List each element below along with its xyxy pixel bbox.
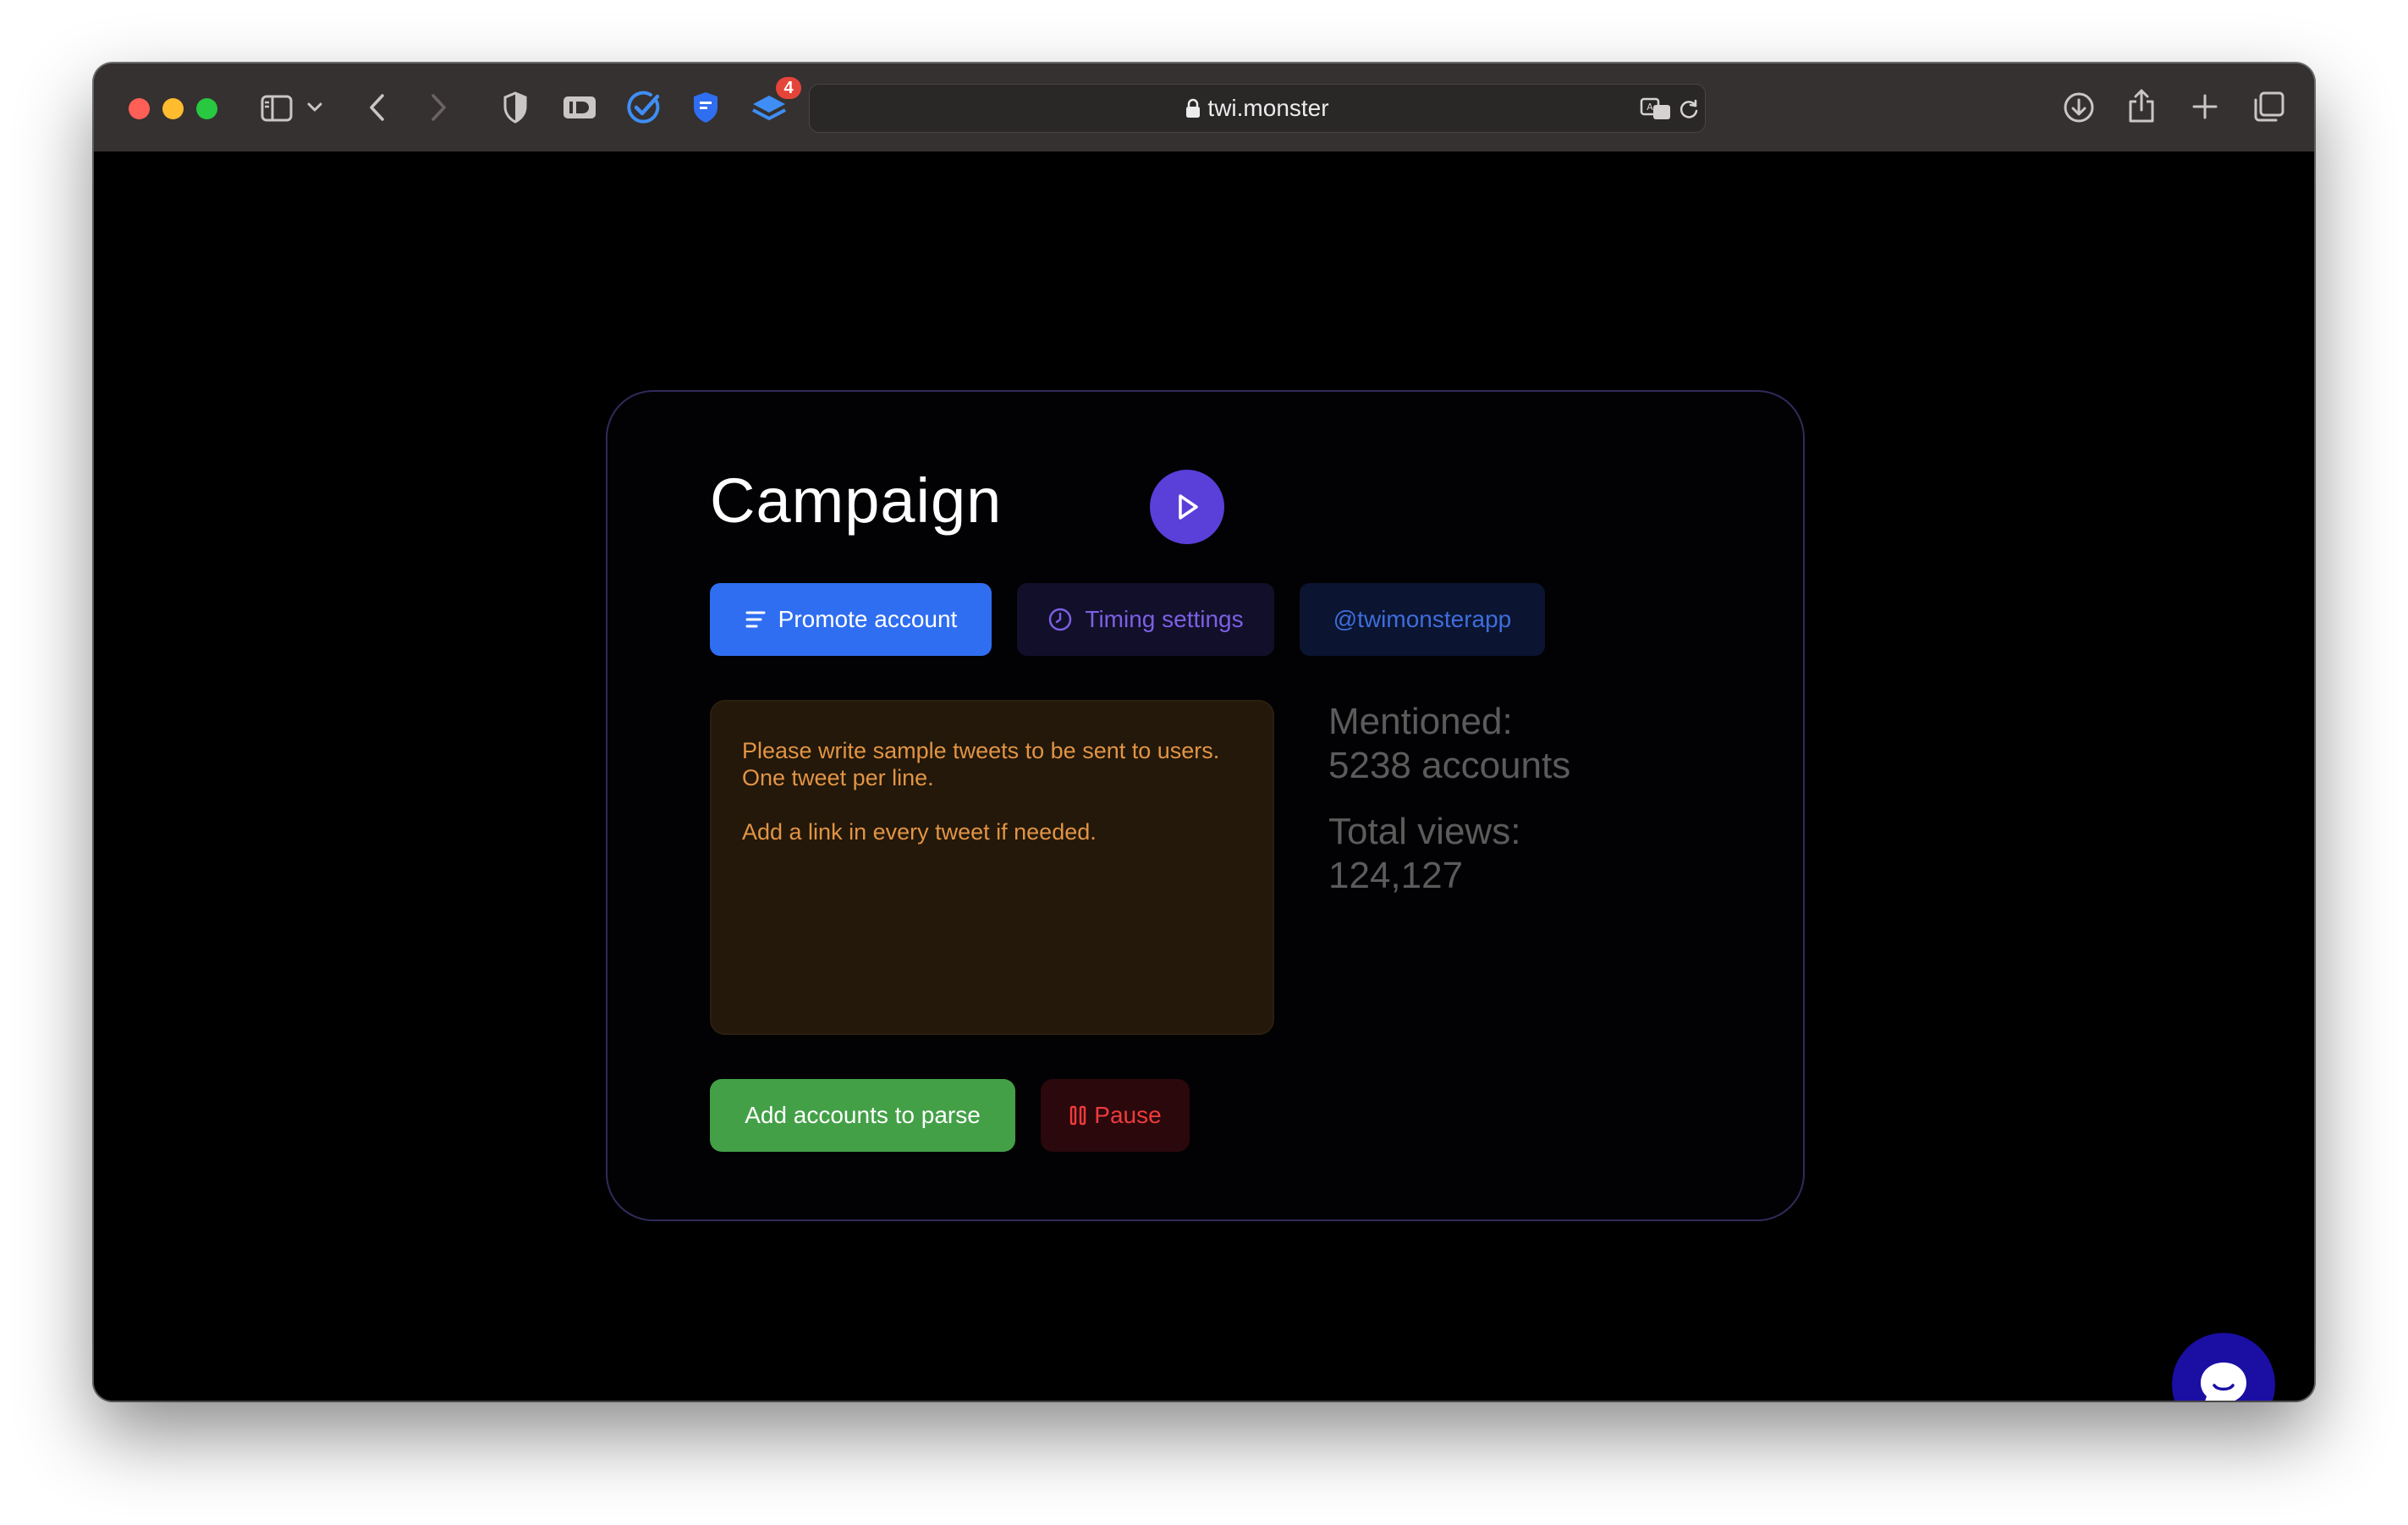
translate-icon[interactable]: A [1639,96,1673,122]
account-handle-label: @twimonsterapp [1333,606,1512,632]
campaign-card: Campaign Promote account Timing settings… [606,390,1805,1221]
tabs-icon[interactable] [2252,90,2286,124]
tab-promote-label: Promote account [778,606,958,632]
tab-timing-label: Timing settings [1085,606,1244,632]
shield-icon[interactable] [500,89,531,126]
chat-bubble-icon [2201,1363,2246,1401]
sidebar-icon[interactable] [260,91,294,125]
forward-icon[interactable] [424,91,453,124]
extension-badge: 4 [776,77,801,99]
chevron-down-icon[interactable] [305,97,325,118]
svg-text:A: A [1647,102,1653,113]
add-accounts-button[interactable]: Add accounts to parse [710,1079,1015,1152]
pause-button[interactable]: Pause [1041,1079,1190,1152]
clock-icon [1049,608,1072,631]
mentioned-value: 5238 accounts [1328,745,1571,786]
page-content: Campaign Promote account Timing settings… [94,151,2314,1401]
play-icon [1179,494,1198,520]
campaign-stats: Mentioned: 5238 accounts Total views: 12… [1328,700,1570,898]
views-label: Total views: [1328,811,1521,852]
close-window-button[interactable] [129,98,150,119]
list-icon [745,611,766,628]
mentioned-label: Mentioned: [1328,701,1513,742]
plus-icon[interactable] [2190,91,2220,122]
url-text: twi.monster [1207,95,1329,121]
tab-timing-settings[interactable]: Timing settings [1017,583,1274,656]
minimize-window-button[interactable] [162,98,184,119]
url-display: twi.monster [810,85,1705,132]
pause-label: Pause [1094,1102,1162,1128]
id-icon[interactable] [562,91,597,124]
pause-icon [1070,1105,1086,1126]
reload-icon[interactable] [1677,97,1701,121]
share-icon[interactable] [2125,86,2158,125]
browser-window: 4 twi.monster A Campaign Promote account… [94,63,2314,1401]
browser-toolbar: 4 twi.monster A [94,63,2314,153]
bookmark-shield-icon[interactable] [689,89,723,126]
back-icon[interactable] [363,91,392,124]
start-campaign-button[interactable] [1150,470,1224,544]
lock-icon [1185,87,1201,135]
zoom-window-button[interactable] [196,98,217,119]
check-icon[interactable] [625,89,662,126]
tab-promote-account[interactable]: Promote account [710,583,992,656]
page-title: Campaign [710,465,1003,536]
download-icon[interactable] [2061,90,2097,125]
sample-tweets-input[interactable]: Please write sample tweets to be sent to… [710,700,1274,1035]
views-value: 124,127 [1328,855,1464,896]
chat-widget-button[interactable] [2172,1333,2275,1401]
address-bar[interactable]: twi.monster A [809,84,1706,133]
account-handle-button[interactable]: @twimonsterapp [1300,583,1545,656]
